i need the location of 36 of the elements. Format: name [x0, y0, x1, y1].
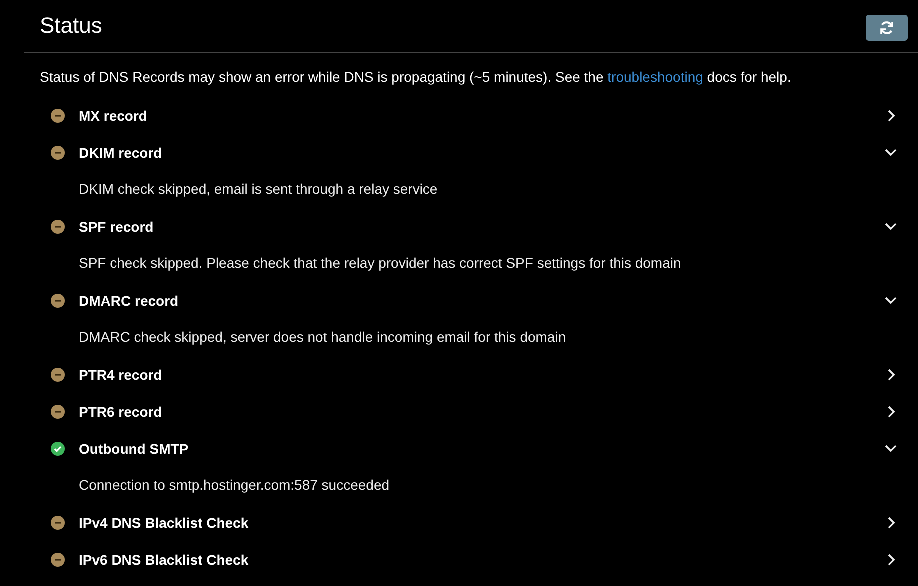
minus-circle-icon — [51, 516, 65, 530]
check-row[interactable]: DMARC record — [0, 282, 918, 319]
check-row[interactable]: DKIM record — [0, 134, 918, 171]
check-detail: SPF check skipped. Please check that the relay provider has correct SPF settings for this domain — [78, 254, 682, 273]
check-row[interactable]: SPF record — [0, 208, 918, 245]
refresh-button[interactable] — [866, 14, 908, 40]
check-detail: DKIM check skipped, email is sent through a relay service — [78, 180, 439, 199]
page-title: Status — [40, 15, 102, 37]
check-row[interactable]: PTR6 record — [0, 393, 918, 430]
minus-circle-icon — [51, 404, 65, 418]
minus-circle-icon — [51, 146, 65, 160]
notice-text: Status of DNS Records may show an error while DNS is propagating (~5 minutes). See the troubleshooting docs for help. — [39, 68, 792, 87]
minus-circle-icon — [51, 108, 65, 122]
minus-circle-icon — [51, 220, 65, 234]
check-row[interactable]: Outbound SMTP — [0, 430, 918, 467]
check-row[interactable]: IPv4 DNS Blacklist Check — [0, 504, 918, 541]
check-name: PTR6 record — [79, 404, 164, 420]
check-circle-icon — [51, 442, 65, 456]
check-name: Outbound SMTP — [79, 440, 190, 456]
check-name: PTR4 record — [79, 366, 164, 382]
minus-circle-icon — [51, 294, 65, 308]
check-name: IPv6 DNS Blacklist Check — [79, 552, 250, 568]
check-name: IPv4 DNS Blacklist Check — [79, 514, 250, 530]
check-detail: Connection to smtp.hostinger.com:587 succeeded — [78, 476, 391, 495]
refresh-icon — [879, 20, 895, 36]
check-name: MX record — [79, 108, 148, 124]
check-detail: DMARC check skipped, server does not handle incoming email for this domain — [78, 328, 568, 347]
check-row[interactable]: IPv6 DNS Blacklist Check — [0, 541, 918, 578]
check-name: DMARC record — [79, 292, 180, 308]
check-name: SPF record — [79, 218, 155, 234]
minus-circle-icon — [51, 552, 65, 566]
check-row[interactable]: MX record — [0, 97, 918, 134]
check-row[interactable]: PTR4 record — [0, 356, 918, 393]
minus-circle-icon — [51, 368, 65, 382]
troubleshooting-link[interactable]: troubleshooting — [608, 69, 704, 85]
check-name: DKIM record — [79, 144, 164, 160]
